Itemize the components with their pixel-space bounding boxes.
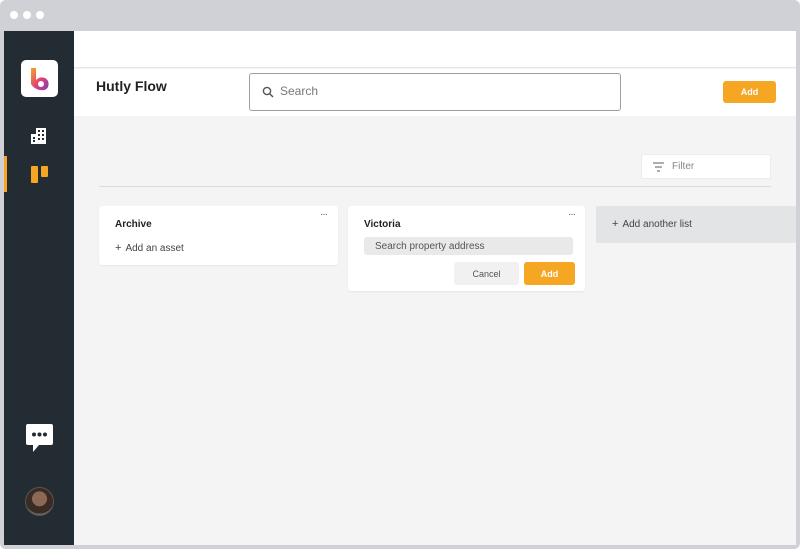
- window-dot: [36, 11, 44, 19]
- list-title: Archive: [115, 219, 152, 230]
- list-title: Victoria: [364, 219, 401, 230]
- sidebar-item-buildings[interactable]: [4, 117, 74, 153]
- browser-window: Hutly Flow Add Filter: [0, 0, 800, 549]
- page-title: Hutly Flow: [96, 78, 167, 94]
- cancel-button[interactable]: Cancel: [454, 262, 519, 285]
- add-another-list-button[interactable]: + Add another list: [596, 206, 796, 243]
- app: Hutly Flow Add Filter: [4, 31, 796, 545]
- window-dot: [10, 11, 18, 19]
- building-icon: [31, 128, 46, 144]
- property-address-input[interactable]: [364, 237, 573, 255]
- chat-icon[interactable]: [24, 423, 55, 454]
- list-victoria: Victoria ··· Cancel Add: [348, 206, 585, 291]
- add-another-list-label: + Add another list: [612, 218, 692, 230]
- sidebar: [4, 31, 74, 545]
- search-icon: [262, 86, 274, 98]
- sidebar-item-board[interactable]: [4, 156, 74, 192]
- more-icon[interactable]: ···: [320, 209, 328, 220]
- add-property-button[interactable]: Add: [524, 262, 575, 285]
- search-input[interactable]: [280, 84, 600, 98]
- board-icon: [31, 166, 48, 183]
- filter-button[interactable]: Filter: [641, 154, 771, 179]
- add-another-list-text: Add another list: [622, 219, 692, 230]
- main-content: Hutly Flow Add Filter: [74, 31, 796, 545]
- plus-icon: +: [612, 218, 619, 230]
- window-titlebar: [0, 0, 800, 31]
- top-strip: [74, 31, 796, 68]
- filter-icon: [653, 162, 664, 172]
- list-archive: Archive ··· + Add an asset: [99, 206, 338, 265]
- header: Hutly Flow Add: [74, 69, 796, 116]
- window-dot: [23, 11, 31, 19]
- filter-label: Filter: [672, 161, 695, 172]
- add-button[interactable]: Add: [723, 81, 776, 103]
- user-avatar[interactable]: [25, 487, 54, 516]
- search-box[interactable]: [249, 73, 621, 111]
- plus-icon: +: [115, 242, 122, 254]
- add-asset-button[interactable]: + Add an asset: [115, 242, 184, 254]
- add-asset-label: Add an asset: [125, 243, 184, 254]
- divider: [99, 186, 771, 187]
- logo-icon[interactable]: [21, 60, 58, 97]
- more-icon[interactable]: ···: [568, 209, 576, 220]
